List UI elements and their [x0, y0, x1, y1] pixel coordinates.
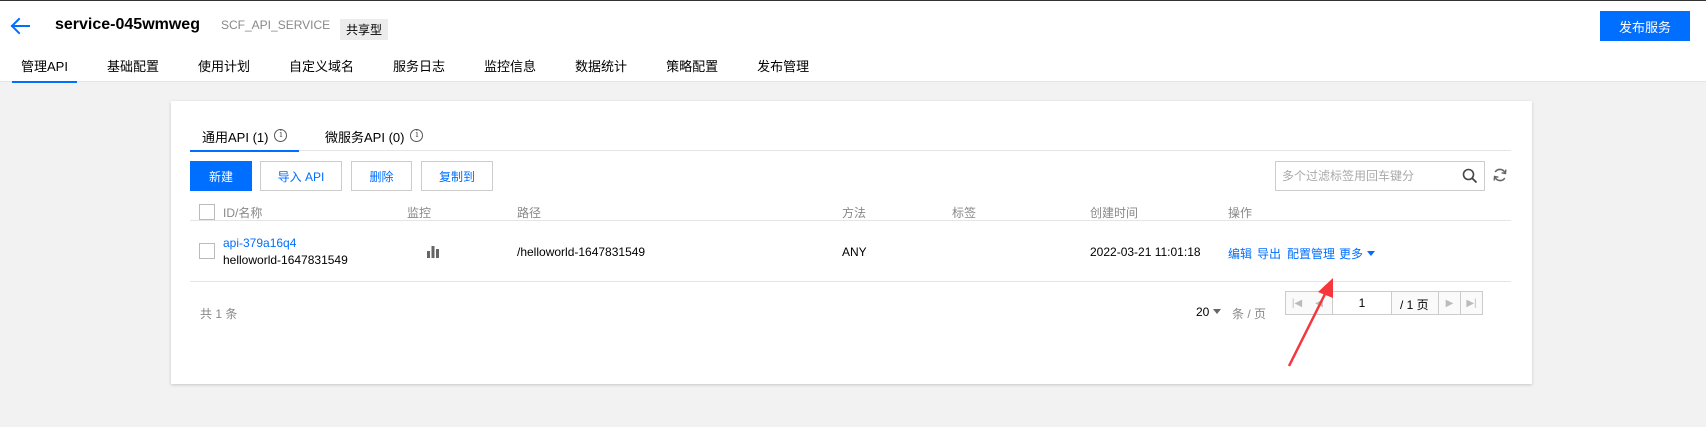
tab-service-log[interactable]: 服务日志 — [384, 56, 454, 82]
api-id-link[interactable]: api-379a16q4 — [223, 236, 296, 250]
tab-statistics[interactable]: 数据统计 — [566, 56, 636, 82]
top-border — [0, 0, 1706, 1]
tab-microservice-api-label: 微服务API (0) — [325, 130, 405, 145]
tab-policy-config[interactable]: 策略配置 — [657, 56, 727, 82]
per-page-label: 条 / 页 — [1232, 307, 1267, 321]
info-icon[interactable]: i — [274, 129, 288, 142]
page-size-select[interactable]: 20 — [1196, 305, 1222, 319]
info-icon[interactable]: i — [410, 129, 424, 142]
service-badge: 共享型 — [340, 19, 389, 40]
select-all-checkbox[interactable] — [199, 204, 215, 220]
header-actions: 操作 — [1228, 206, 1253, 220]
copy-to-button[interactable]: 复制到 — [421, 161, 493, 191]
total-pages: / 1 页 — [1400, 298, 1429, 312]
tag-filter-search — [1275, 161, 1485, 191]
main-tabs: 管理API 基础配置 使用计划 自定义域名 服务日志 监控信息 数据统计 策略配… — [12, 56, 839, 83]
more-label: 更多 — [1339, 247, 1364, 261]
config-management-link[interactable]: 配置管理 — [1287, 245, 1335, 262]
page-number-input[interactable]: 1 — [1332, 292, 1392, 314]
tab-basic-config[interactable]: 基础配置 — [98, 56, 168, 82]
annotation-arrow — [1287, 278, 1333, 367]
api-type-tabs: 通用API (1) i 微服务API (0) i — [190, 127, 1511, 152]
tab-usage-plan[interactable]: 使用计划 — [189, 56, 259, 82]
tab-manage-api[interactable]: 管理API — [12, 56, 77, 83]
tab-general-api[interactable]: 通用API (1) i — [190, 127, 300, 152]
search-icon[interactable] — [1462, 168, 1478, 184]
api-name: helloworld-1647831549 — [223, 253, 348, 267]
page-size-value: 20 — [1196, 305, 1210, 319]
tab-monitoring[interactable]: 监控信息 — [475, 56, 545, 82]
header-monitor: 监控 — [407, 206, 432, 220]
tab-custom-domain[interactable]: 自定义域名 — [280, 56, 363, 82]
api-path: /helloworld-1647831549 — [517, 245, 646, 259]
header-tags: 标签 — [952, 206, 977, 220]
header-created-time: 创建时间 — [1090, 206, 1139, 220]
search-input[interactable] — [1276, 162, 1456, 190]
header-method: 方法 — [842, 206, 867, 220]
publish-service-button[interactable]: 发布服务 — [1600, 11, 1690, 41]
service-name: service-045wmweg — [55, 16, 200, 33]
tab-microservice-api[interactable]: 微服务API (0) i — [325, 127, 424, 151]
edit-link[interactable]: 编辑 — [1228, 245, 1252, 262]
tab-release-management[interactable]: 发布管理 — [748, 56, 818, 82]
caret-down-icon — [1213, 309, 1222, 314]
table-row: api-379a16q4 helloworld-1647831549 /hell… — [190, 221, 1511, 282]
row-checkbox[interactable] — [199, 243, 215, 259]
more-dropdown[interactable]: 更多 — [1339, 245, 1376, 262]
bar-chart-icon[interactable] — [426, 244, 440, 258]
tab-general-api-label: 通用API (1) — [202, 130, 269, 145]
service-type: SCF_API_SERVICE — [221, 18, 331, 32]
caret-down-icon — [1367, 251, 1376, 256]
refresh-icon[interactable] — [1492, 167, 1508, 183]
last-page-icon[interactable]: ▶| — [1460, 292, 1482, 314]
export-link[interactable]: 导出 — [1257, 245, 1281, 262]
back-arrow-icon[interactable] — [10, 16, 32, 36]
import-api-button[interactable]: 导入 API — [260, 161, 342, 191]
new-api-button[interactable]: 新建 — [190, 161, 252, 191]
api-created-time: 2022-03-21 11:01:18 — [1090, 245, 1201, 259]
header-id-name: ID/名称 — [223, 206, 263, 220]
api-method: ANY — [842, 245, 867, 259]
table-header: ID/名称 监控 路径 方法 标签 创建时间 操作 — [190, 191, 1511, 221]
total-count: 共 1 条 — [200, 307, 238, 321]
header-path: 路径 — [517, 206, 542, 220]
next-page-icon[interactable]: ▶ — [1438, 292, 1460, 314]
top-bar: service-045wmweg SCF_API_SERVICE 共享型 发布服… — [0, 0, 1706, 83]
delete-button[interactable]: 删除 — [351, 161, 412, 191]
